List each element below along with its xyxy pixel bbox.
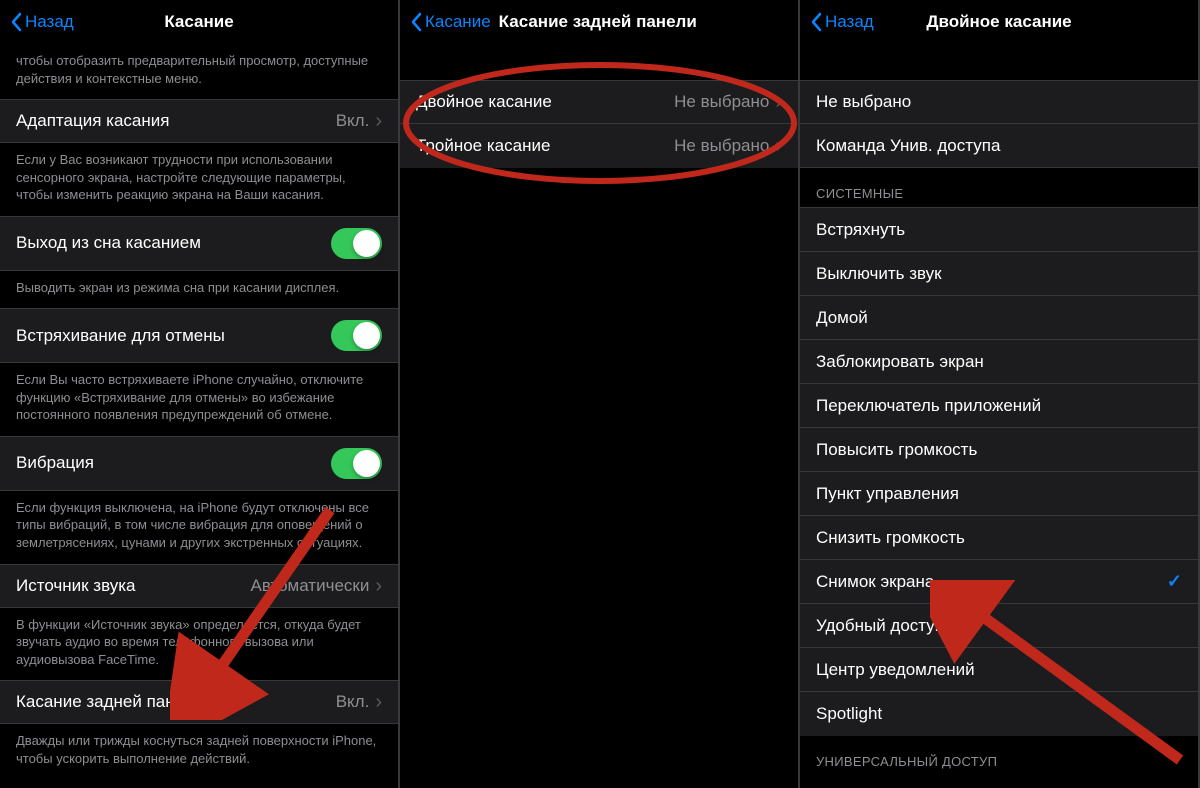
row-double-tap[interactable]: Двойное касание Не выбрано › <box>400 80 798 124</box>
row-label: Spotlight <box>816 704 882 724</box>
row-label: Переключатель приложений <box>816 396 1041 416</box>
row-system-option[interactable]: Удобный доступ <box>800 604 1198 648</box>
screen-back-tap: Касание Касание задней панели Двойное ка… <box>400 0 800 788</box>
page-title: Касание задней панели <box>499 12 697 32</box>
section-header-system: СИСТЕМНЫЕ <box>800 168 1198 207</box>
row-system-option[interactable]: Встряхнуть <box>800 208 1198 252</box>
row-value: Вкл. › <box>336 692 382 712</box>
row-label: Повысить громкость <box>816 440 977 460</box>
navbar: Касание Касание задней панели <box>400 0 798 44</box>
row-shake-undo[interactable]: Встряхивание для отмены <box>0 308 398 363</box>
footer-audio: В функции «Источник звука» определяется,… <box>0 608 398 681</box>
row-label: Двойное касание <box>416 92 552 112</box>
row-label: Снимок экрана <box>816 572 934 592</box>
chevron-right-icon: › <box>375 692 382 712</box>
back-label: Назад <box>25 12 74 32</box>
back-label: Касание <box>425 12 491 32</box>
row-audio-source[interactable]: Источник звука Автоматически › <box>0 564 398 608</box>
row-label: Источник звука <box>16 576 136 596</box>
footer-vibe: Если функция выключена, на iPhone будут … <box>0 491 398 564</box>
back-button[interactable]: Назад <box>4 12 80 32</box>
footer-backtap: Дважды или трижды коснуться задней повер… <box>0 724 398 779</box>
row-label: Удобный доступ <box>816 616 944 636</box>
row-system-option[interactable]: Выключить звук <box>800 252 1198 296</box>
row-system-option[interactable]: Повысить громкость <box>800 428 1198 472</box>
row-label: Команда Унив. доступа <box>816 136 1000 156</box>
footer-adapt: Если у Вас возникают трудности при испол… <box>0 143 398 216</box>
row-label: Вибрация <box>16 453 94 473</box>
row-back-tap[interactable]: Касание задней панели Вкл. › <box>0 680 398 724</box>
toggle-on[interactable] <box>331 448 382 479</box>
row-option-accessibility-shortcut[interactable]: Команда Унив. доступа <box>800 124 1198 168</box>
row-label: Тройное касание <box>416 136 550 156</box>
row-system-option[interactable]: Заблокировать экран <box>800 340 1198 384</box>
row-label: Встряхнуть <box>816 220 905 240</box>
row-value: Вкл. › <box>336 111 382 131</box>
row-touch-accommodations[interactable]: Адаптация касания Вкл. › <box>0 99 398 143</box>
row-label: Встряхивание для отмены <box>16 326 225 346</box>
row-label: Выключить звук <box>816 264 942 284</box>
row-value: Не выбрано › <box>674 136 782 156</box>
row-label: Выход из сна касанием <box>16 233 201 253</box>
chevron-right-icon: › <box>775 136 782 156</box>
row-system-option[interactable]: Переключатель приложений <box>800 384 1198 428</box>
row-label: Центр уведомлений <box>816 660 975 680</box>
row-value: Не выбрано › <box>674 92 782 112</box>
row-system-option[interactable]: Spotlight <box>800 692 1198 736</box>
row-system-option[interactable]: Центр уведомлений <box>800 648 1198 692</box>
row-system-option[interactable]: Снизить громкость <box>800 516 1198 560</box>
row-label: Адаптация касания <box>16 111 169 131</box>
toggle-on[interactable] <box>331 228 382 259</box>
back-label: Назад <box>825 12 874 32</box>
row-triple-tap[interactable]: Тройное касание Не выбрано › <box>400 124 798 168</box>
chevron-left-icon <box>10 12 22 32</box>
section-header-accessibility: УНИВЕРСАЛЬНЫЙ ДОСТУП <box>800 736 1198 775</box>
row-system-option[interactable]: Домой <box>800 296 1198 340</box>
row-system-option[interactable]: Пункт управления <box>800 472 1198 516</box>
intro-footer: чтобы отобразить предварительный просмот… <box>0 44 398 99</box>
row-label: Пункт управления <box>816 484 959 504</box>
row-label: Домой <box>816 308 868 328</box>
row-label: Не выбрано <box>816 92 911 112</box>
footer-shake: Если Вы часто встряхиваете iPhone случай… <box>0 363 398 436</box>
row-label: Заблокировать экран <box>816 352 984 372</box>
row-value: Автоматически › <box>250 576 382 596</box>
chevron-left-icon <box>810 12 822 32</box>
row-vibration[interactable]: Вибрация <box>0 436 398 491</box>
back-button[interactable]: Касание <box>404 12 497 32</box>
chevron-left-icon <box>410 12 422 32</box>
footer-wake: Выводить экран из режима сна при касании… <box>0 271 398 309</box>
navbar: Назад Двойное касание <box>800 0 1198 44</box>
row-tap-to-wake[interactable]: Выход из сна касанием <box>0 216 398 271</box>
chevron-right-icon: › <box>775 92 782 112</box>
back-button[interactable]: Назад <box>804 12 880 32</box>
chevron-right-icon: › <box>375 111 382 131</box>
screen-touch-settings: Назад Касание чтобы отобразить предварит… <box>0 0 400 788</box>
chevron-right-icon: › <box>375 576 382 596</box>
toggle-on[interactable] <box>331 320 382 351</box>
screen-double-tap-options: Назад Двойное касание Не выбрано Команда… <box>800 0 1200 788</box>
navbar: Назад Касание <box>0 0 398 44</box>
row-option-none[interactable]: Не выбрано <box>800 80 1198 124</box>
row-label: Снизить громкость <box>816 528 965 548</box>
system-options-list: Встряхнуть Выключить звук Домой Заблокирова… <box>800 207 1198 736</box>
row-label: Касание задней панели <box>16 692 203 712</box>
checkmark-icon: ✓ <box>1167 571 1182 592</box>
row-system-option[interactable]: Снимок экрана ✓ <box>800 560 1198 604</box>
